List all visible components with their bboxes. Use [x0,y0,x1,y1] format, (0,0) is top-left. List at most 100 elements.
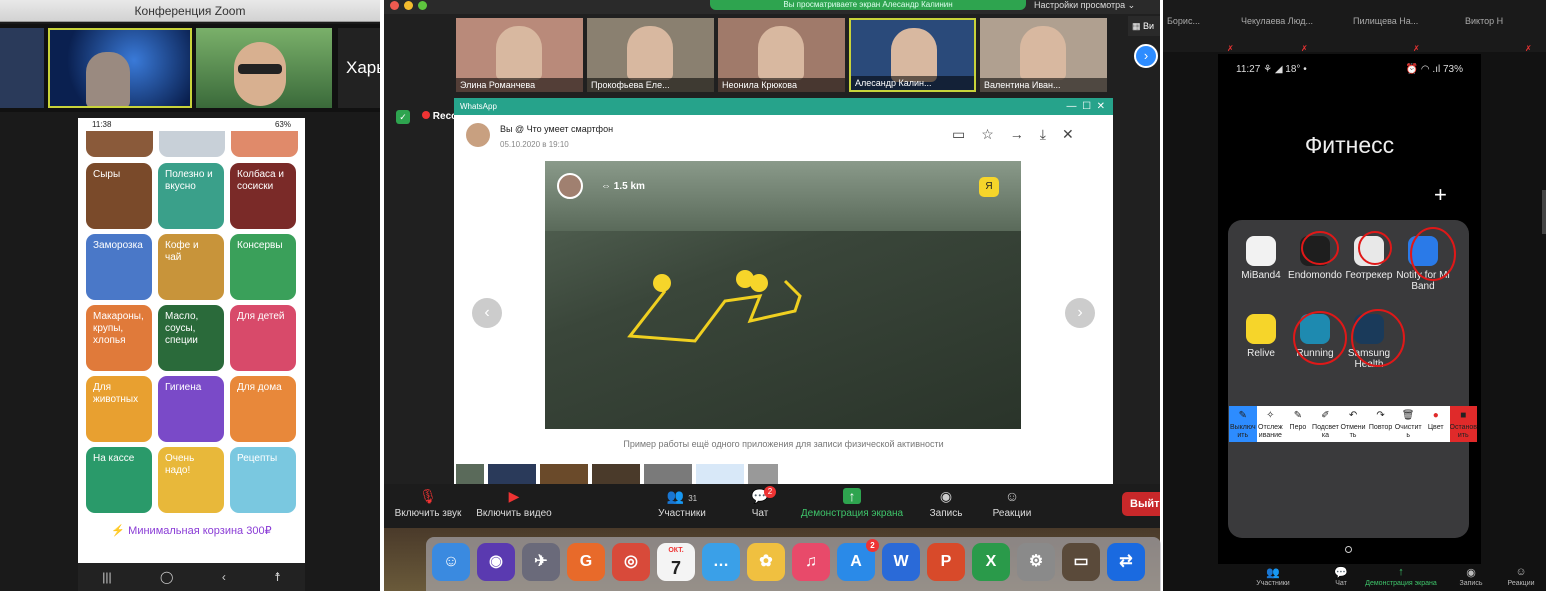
category-tile[interactable]: Очень надо! [158,447,224,513]
category-tile[interactable]: Заморозка [86,234,152,300]
participant-video[interactable]: Элина Романчева [456,18,583,92]
record-button[interactable]: ◉ Запись [1449,566,1493,587]
category-tile[interactable]: Для животных [86,376,152,442]
record-button[interactable]: ◉ Запись [926,488,966,519]
system-prefs-icon[interactable]: ⚙ [1017,543,1055,581]
participant-video[interactable]: Валентина Иван... [980,18,1107,92]
view-options-button[interactable]: Настройки просмотра ⌄ [1034,0,1135,11]
category-tile[interactable] [86,131,153,157]
messages-icon[interactable]: … [702,543,740,581]
category-tile[interactable] [158,131,226,157]
next-page-icon[interactable]: › [1134,44,1158,68]
teamviewer-icon[interactable]: ⇄ [1107,543,1145,581]
reactions-button[interactable]: ☺ Реакции [1499,566,1543,587]
participant-video[interactable]: Алесандр Калин... [849,18,976,92]
chat-button[interactable]: 💬 Чат 2 [742,486,778,519]
media-thumbnail[interactable] [592,464,640,486]
start-video-button[interactable]: ▶ Включить видео [474,488,554,519]
share-screen-button[interactable]: ↑ Демонстрация экрана [796,488,908,519]
next-image-icon[interactable]: › [1065,298,1095,328]
maximize-icon[interactable] [418,1,427,10]
chat-button[interactable]: 💬 Чат [1319,566,1363,587]
pdf-icon[interactable]: G [567,543,605,581]
add-app-icon[interactable]: + [1434,182,1447,208]
photos-icon[interactable]: ✿ [747,543,785,581]
forward-icon[interactable]: → [1010,126,1040,142]
chrome-icon[interactable]: ◎ [612,543,650,581]
media-thumbnail[interactable] [748,464,778,486]
siri-icon[interactable]: ◉ [477,543,515,581]
trash-tool[interactable]: 🗑 Очистить [1394,406,1422,442]
excel-icon[interactable]: X [972,543,1010,581]
unmute-button[interactable]: 🎙 Включить звук [392,488,464,519]
finder-icon[interactable]: ☺ [432,543,470,581]
participant-name-tile[interactable]: Харь [338,28,380,108]
minimize-icon[interactable] [404,1,413,10]
participant-name-label: Элина Романчева [460,80,536,90]
android-navbar: ||| ◯ ‹ ☨ [78,563,305,591]
participants-label: Участники [658,508,706,519]
color-icon: ● [1432,410,1439,421]
stop-tool[interactable]: ■ Остановить [1449,406,1478,442]
spotlight-tool[interactable]: ✧ Отслеживание [1257,406,1285,442]
category-tile[interactable]: Кофе и чай [158,234,224,300]
participants-button[interactable]: 👥 31 Участники [654,488,710,519]
launchpad-icon[interactable]: ✈ [522,543,560,581]
category-tile[interactable] [231,131,299,157]
participant-video[interactable] [0,28,44,108]
category-tile[interactable]: Макароны, крупы, хлопья [86,305,152,371]
media-thumbnail[interactable] [456,464,484,486]
recent-apps-icon[interactable]: ||| [102,570,111,584]
back-icon[interactable]: ‹ [222,570,226,584]
category-tile[interactable]: Масло, соусы, специи [158,305,224,371]
appstore-icon[interactable]: A2 [837,539,879,581]
media-thumbnail[interactable] [644,464,692,486]
redo-tool[interactable]: ↷ Повтор [1367,406,1395,442]
category-tile[interactable]: Сыры [86,163,152,229]
download-icon[interactable]: ⤓ [1040,126,1062,142]
pen-tool[interactable]: ✎ Перо [1284,406,1312,442]
participant-video[interactable]: Прокофьева Еле... [587,18,714,92]
word-icon[interactable]: W [882,543,920,581]
reactions-button[interactable]: ☺ Реакции [988,488,1036,519]
category-tile[interactable]: Для детей [230,305,296,371]
pen-off-tool[interactable]: ✎ Выключить [1229,406,1257,442]
category-tile[interactable]: Колбаса и сосиски [230,163,296,229]
participant-video[interactable]: Неонила Крюкова [718,18,845,92]
home-icon[interactable]: ◯ [160,570,173,584]
category-tile[interactable]: На кассе [86,447,152,513]
annotation-scribbles [1293,227,1456,367]
share-button[interactable]: ↑ Демонстрация экрана [1363,566,1439,587]
star-icon[interactable]: ☆ [981,126,1010,142]
category-tile[interactable]: Гигиена [158,376,224,442]
tool-label: Выключить [1229,424,1256,438]
media-thumbnail[interactable] [696,464,744,486]
media-thumbnail[interactable] [540,464,588,486]
leave-button[interactable]: Выйт [1122,492,1160,516]
participant-video[interactable] [196,28,332,108]
close-icon[interactable] [390,1,399,10]
accessibility-icon[interactable]: ☨ [274,570,281,584]
music-icon[interactable]: ♫ [792,543,830,581]
comment-icon[interactable]: ▭ [952,126,981,142]
undo-tool[interactable]: ↶ Отменить [1339,406,1367,442]
share-icon: ↑ [1398,566,1404,578]
participants-button[interactable]: 👥 Участники [1251,566,1295,587]
category-tile[interactable]: Рецепты [230,447,296,513]
scrollbar[interactable] [1542,190,1546,234]
category-tile[interactable]: Полезно и вкусно [158,163,224,229]
powerpoint-icon[interactable]: P [927,543,965,581]
prev-image-icon[interactable]: ‹ [472,298,502,328]
laptop-icon[interactable]: ▭ [1062,543,1100,581]
highlighter-tool[interactable]: ✐ Подсветка [1312,406,1340,442]
category-tile[interactable]: Консервы [230,234,296,300]
annotation-circle [1410,227,1456,281]
media-thumbnail[interactable] [488,464,536,486]
participant-video-active[interactable] [48,28,192,108]
category-tile[interactable]: Для дома [230,376,296,442]
view-button[interactable]: ▦ Ви [1128,16,1160,36]
close-icon[interactable]: ✕ [1062,126,1090,142]
window-controls[interactable]: — ☐ ✕ [1067,98,1105,115]
color-tool[interactable]: ● Цвет [1422,406,1450,442]
calendar-icon[interactable]: ОКТ. 7 [657,543,695,581]
